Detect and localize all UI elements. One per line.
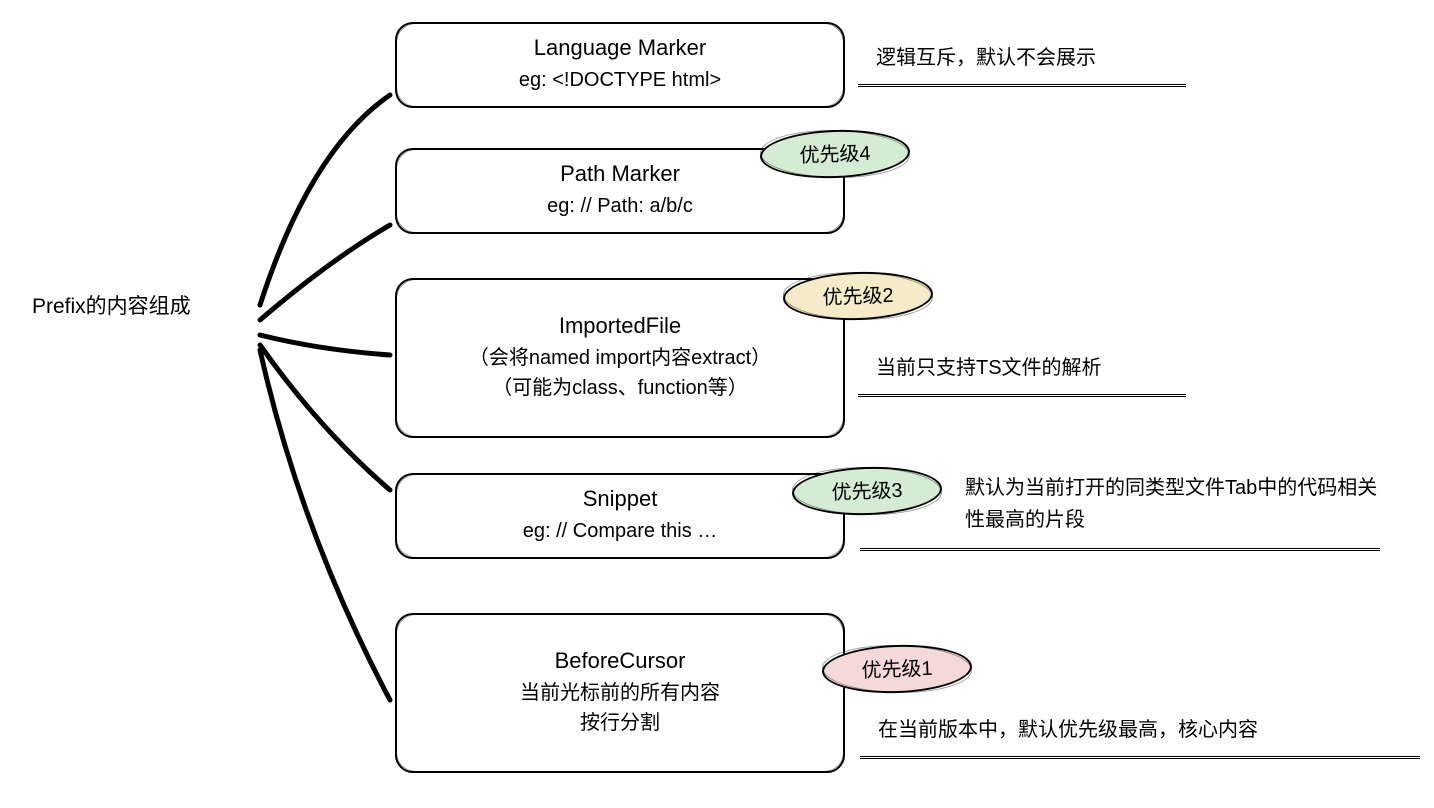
- node-line2: 当前光标前的所有内容: [520, 678, 720, 708]
- node-example: eg: // Compare this …: [523, 516, 718, 546]
- node-snippet: Snippet eg: // Compare this …: [395, 473, 845, 559]
- node-before-cursor: BeforeCursor 当前光标前的所有内容 按行分割: [395, 613, 845, 773]
- connector-lines: [250, 30, 410, 750]
- priority-badge-4: 优先级4: [759, 127, 911, 180]
- annotation-language-marker: 逻辑互斥，默认不会展示: [876, 42, 1096, 74]
- underline: [858, 84, 1186, 87]
- node-title: Language Marker: [534, 35, 706, 61]
- root-label: Prefix的内容组成: [32, 290, 191, 320]
- node-line2: （会将named import内容extract）: [469, 343, 771, 373]
- node-title: Path Marker: [560, 161, 680, 187]
- node-line3: 按行分割: [580, 708, 660, 738]
- node-title: Snippet: [583, 486, 658, 512]
- annotation-imported-file: 当前只支持TS文件的解析: [876, 352, 1102, 384]
- annotation-before-cursor: 在当前版本中，默认优先级最高，核心内容: [878, 714, 1258, 746]
- underline: [860, 548, 1380, 551]
- node-language-marker: Language Marker eg: <!DOCTYPE html>: [395, 22, 845, 108]
- annotation-snippet: 默认为当前打开的同类型文件Tab中的代码相关性最高的片段: [965, 472, 1385, 536]
- node-example: eg: <!DOCTYPE html>: [519, 65, 721, 95]
- node-imported-file: ImportedFile （会将named import内容extract） （…: [395, 278, 845, 438]
- node-title: ImportedFile: [559, 313, 681, 339]
- underline: [858, 394, 1186, 397]
- node-example: eg: // Path: a/b/c: [547, 191, 693, 221]
- underline: [860, 756, 1420, 759]
- node-title: BeforeCursor: [555, 648, 686, 674]
- node-line3: （可能为class、function等）: [492, 373, 748, 403]
